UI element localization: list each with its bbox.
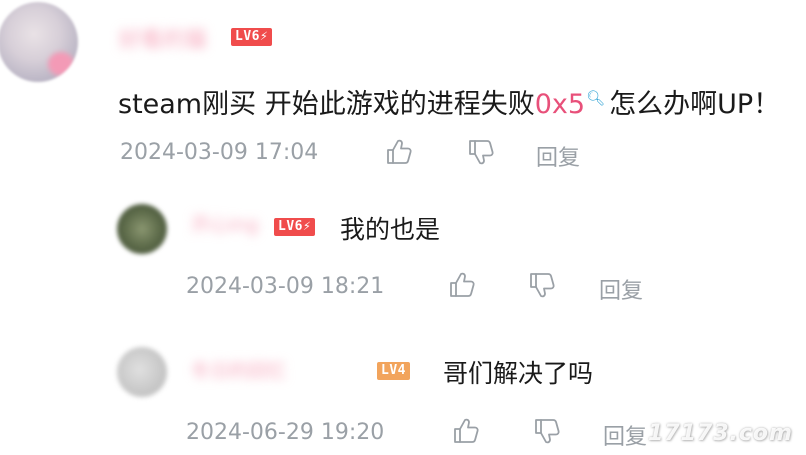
comment-text-after: 怎么办啊UP！ — [609, 89, 781, 120]
watermark: 17173.com — [648, 421, 793, 446]
avatar[interactable] — [117, 204, 167, 254]
dislike-icon[interactable] — [466, 137, 496, 167]
like-icon[interactable] — [451, 416, 481, 446]
username[interactable]: 开心ing — [191, 210, 258, 237]
timestamp: 2024-06-29 19:20 — [186, 420, 385, 445]
reply-button[interactable]: 回复 — [536, 140, 580, 172]
comment-text: steam刚买 开始此游戏的进程失败0x5🔍︎ 怎么办啊UP！ — [118, 82, 780, 121]
level-badge: LV6⚡ — [274, 218, 316, 236]
timestamp: 2024-03-09 17:04 — [120, 140, 319, 165]
username[interactable]: 好看的猫 — [119, 22, 207, 54]
avatar[interactable] — [0, 2, 78, 82]
username[interactable]: 冬日的回忆 — [191, 356, 286, 383]
comment-text-before: steam刚买 开始此游戏的进程失败 — [118, 89, 535, 120]
dislike-icon[interactable] — [527, 270, 557, 300]
like-icon[interactable] — [447, 270, 477, 300]
reply-button[interactable]: 回复 — [599, 273, 643, 305]
avatar[interactable] — [117, 347, 167, 397]
timestamp: 2024-03-09 18:21 — [186, 274, 385, 299]
comment-text: 我的也是 — [340, 215, 441, 244]
level-badge: LV4 — [377, 362, 410, 380]
like-icon[interactable] — [384, 137, 414, 167]
reply-button[interactable]: 回复 — [603, 419, 647, 451]
level-badge: LV6⚡ — [231, 28, 273, 46]
comment-text: 哥们解决了吗 — [443, 359, 594, 388]
comment-thread: 好看的猫 LV6⚡ steam刚买 开始此游戏的进程失败0x5🔍︎ 怎么办啊UP！… — [0, 0, 806, 455]
search-icon[interactable]: 🔍︎ — [586, 89, 605, 107]
search-keyword-link[interactable]: 0x5 — [535, 89, 585, 120]
dislike-icon[interactable] — [532, 416, 562, 446]
